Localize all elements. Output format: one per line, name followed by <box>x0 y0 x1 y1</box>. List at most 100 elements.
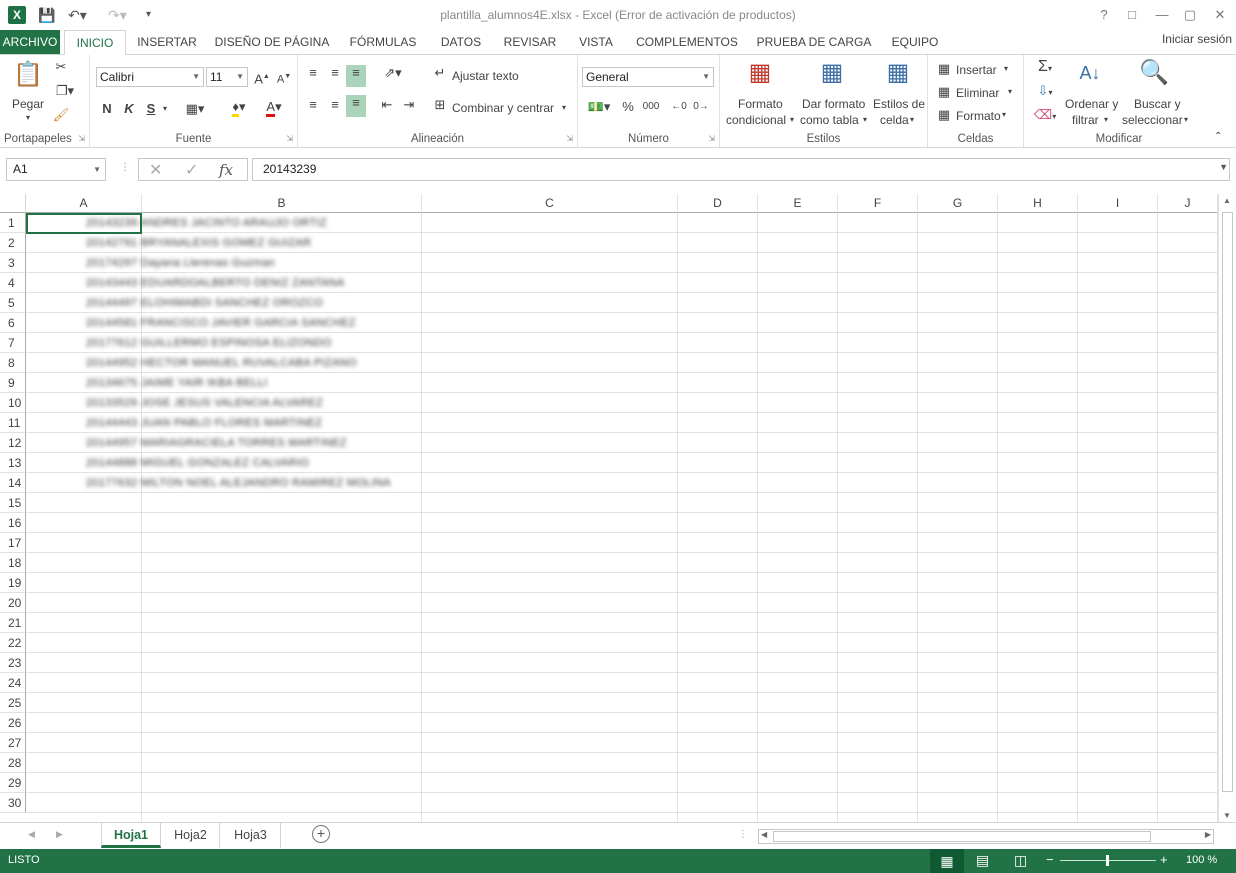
cell-styles-label-2[interactable]: celda <box>880 113 909 127</box>
expand-formula-icon[interactable]: ▼ <box>1219 162 1228 172</box>
sort-filter-icon[interactable]: A↓ <box>1072 59 1108 87</box>
row-header-14[interactable]: 14 <box>0 473 26 493</box>
increase-decimal-icon[interactable]: ←0 <box>670 99 688 115</box>
row-header-23[interactable]: 23 <box>0 653 26 673</box>
wrap-text-icon[interactable]: ↵ <box>432 65 448 81</box>
row-header-4[interactable]: 4 <box>0 273 26 293</box>
numero-launcher-icon[interactable]: ⇲ <box>708 134 715 143</box>
underline-dropdown-icon[interactable]: ▾ <box>160 101 170 117</box>
format-table-label-1[interactable]: Dar formato <box>802 97 865 111</box>
copy-icon[interactable]: ❐▾ <box>52 83 78 99</box>
column-header-j[interactable]: J <box>1158 194 1218 213</box>
bold-button[interactable]: N <box>100 101 114 117</box>
column-header-i[interactable]: I <box>1078 194 1158 213</box>
number-format-combo[interactable]: General ▼ <box>582 67 714 87</box>
align-bottom-icon[interactable]: ≡ <box>346 65 366 87</box>
tab-revisar[interactable]: REVISAR <box>498 30 562 54</box>
zoom-in-icon[interactable]: + <box>1160 852 1168 867</box>
find-select-label-2[interactable]: seleccionar <box>1122 113 1183 127</box>
paste-button[interactable]: Pegar <box>12 97 44 111</box>
selected-cell-a1[interactable] <box>26 213 142 234</box>
cell-styles-icon[interactable]: ▦ <box>882 59 914 87</box>
row-header-22[interactable]: 22 <box>0 633 26 653</box>
align-center-icon[interactable]: ≡ <box>326 97 344 113</box>
row-header-27[interactable]: 27 <box>0 733 26 753</box>
wrap-text-button[interactable]: Ajustar texto <box>452 69 519 83</box>
merge-center-button[interactable]: Combinar y centrar <box>452 101 554 115</box>
add-sheet-icon[interactable]: + <box>312 825 330 843</box>
prev-sheet-icon[interactable]: ◀ <box>28 829 35 840</box>
cancel-icon[interactable]: ✕ <box>149 160 162 180</box>
row-header-18[interactable]: 18 <box>0 553 26 573</box>
scroll-down-icon[interactable]: ▼ <box>1223 811 1231 820</box>
fill-color-icon[interactable]: ♦▾ <box>226 99 252 117</box>
cell-a5[interactable]: 20144497 ELOHIMABDI SANCHEZ OROZCO <box>86 293 323 313</box>
row-header-20[interactable]: 20 <box>0 593 26 613</box>
tab-insertar[interactable]: INSERTAR <box>130 30 204 54</box>
sheet-tab-hoja2[interactable]: Hoja2 <box>162 823 220 848</box>
row-header-12[interactable]: 12 <box>0 433 26 453</box>
select-all-corner[interactable] <box>0 194 26 213</box>
portapapeles-launcher-icon[interactable]: ⇲ <box>78 134 85 143</box>
format-painter-icon[interactable]: 🖌 <box>52 107 70 123</box>
conditional-format-label-1[interactable]: Formato <box>738 97 783 111</box>
page-break-view-icon[interactable]: ◫ <box>1014 852 1027 869</box>
row-header-7[interactable]: 7 <box>0 333 26 353</box>
underline-button[interactable]: S <box>144 101 158 117</box>
cell-a6[interactable]: 20144581 FRANCISCO JAVIER GARCIA SANCHEZ <box>86 313 356 333</box>
fuente-launcher-icon[interactable]: ⇲ <box>286 134 293 143</box>
row-header-2[interactable]: 2 <box>0 233 26 253</box>
sheet-tab-hoja1[interactable]: Hoja1 <box>101 823 161 848</box>
font-color-icon[interactable]: A▾ <box>260 99 288 117</box>
decrease-indent-icon[interactable]: ⇤ <box>378 97 396 113</box>
vertical-scroll-thumb[interactable] <box>1222 212 1233 792</box>
column-header-a[interactable]: A <box>26 194 142 213</box>
worksheet-grid[interactable]: ABCDEFGHIJ 1 2 3 4 5 6 7 8 9 10 11 12 13 14 15 16 17 18 19… <box>0 194 1218 822</box>
delete-cells-icon[interactable]: ▦ <box>936 84 952 100</box>
percent-icon[interactable]: % <box>620 99 636 115</box>
tab-datos[interactable]: DATOS <box>434 30 488 54</box>
zoom-level[interactable]: 100 % <box>1186 854 1217 866</box>
row-header-15[interactable]: 15 <box>0 493 26 513</box>
cell-a12[interactable]: 20144957 MARIAGRACIELA TORRES MARTINEZ <box>86 433 347 453</box>
tab-vista[interactable]: VISTA <box>570 30 622 54</box>
row-header-21[interactable]: 21 <box>0 613 26 633</box>
sort-filter-label-2[interactable]: filtrar <box>1072 113 1099 127</box>
formula-input[interactable]: 20143239 <box>252 158 1230 181</box>
grow-font-icon[interactable]: A▲ <box>254 69 270 87</box>
conditional-format-label-2[interactable]: condicional <box>726 113 786 127</box>
currency-icon[interactable]: 💵▾ <box>584 99 614 115</box>
align-right-icon[interactable]: ≡ <box>346 95 366 117</box>
row-header-19[interactable]: 19 <box>0 573 26 593</box>
format-cells-button[interactable]: Formato <box>956 109 1001 123</box>
fill-icon[interactable]: ⇩▾ <box>1030 83 1060 101</box>
tab-formulas[interactable]: FÓRMULAS <box>342 30 424 54</box>
page-layout-view-icon[interactable]: ▤ <box>976 852 989 869</box>
maximize-icon[interactable]: ▢ <box>1178 4 1202 26</box>
format-cells-icon[interactable]: ▦ <box>936 107 952 123</box>
find-select-label-1[interactable]: Buscar y <box>1134 97 1181 111</box>
scroll-left-icon[interactable]: ◀ <box>761 830 767 839</box>
cell-a13[interactable]: 20144888 MIGUEL GONZALEZ CALVARIO <box>86 453 309 473</box>
increase-indent-icon[interactable]: ⇥ <box>400 97 418 113</box>
row-header-5[interactable]: 5 <box>0 293 26 313</box>
tab-equipo[interactable]: EQUIPO <box>884 30 946 54</box>
tab-inicio[interactable]: INICIO <box>64 30 126 55</box>
signin-link[interactable]: Iniciar sesión <box>1162 32 1232 46</box>
zoom-out-icon[interactable]: − <box>1046 852 1054 867</box>
ribbon-display-icon[interactable]: □ <box>1120 4 1144 26</box>
scroll-right-icon[interactable]: ▶ <box>1205 830 1211 839</box>
cell-a10[interactable]: 20133529 JOSE JESUS VALENCIA ALVAREZ <box>86 393 323 413</box>
scroll-up-icon[interactable]: ▲ <box>1223 196 1231 205</box>
row-header-16[interactable]: 16 <box>0 513 26 533</box>
name-box[interactable]: A1 ▼ <box>6 158 106 181</box>
row-header-8[interactable]: 8 <box>0 353 26 373</box>
help-icon[interactable]: ? <box>1092 4 1116 26</box>
more-options-icon[interactable]: ⋮ <box>120 162 130 173</box>
cell-a14[interactable]: 20177632 MILTON NOEL ALEJANDRO RAMIREZ M… <box>86 473 391 493</box>
merge-center-icon[interactable]: ⊞ <box>432 97 448 113</box>
font-size-combo[interactable]: 11 ▼ <box>206 67 248 87</box>
row-header-3[interactable]: 3 <box>0 253 26 273</box>
column-header-d[interactable]: D <box>678 194 758 213</box>
zoom-slider-thumb[interactable] <box>1106 855 1109 866</box>
